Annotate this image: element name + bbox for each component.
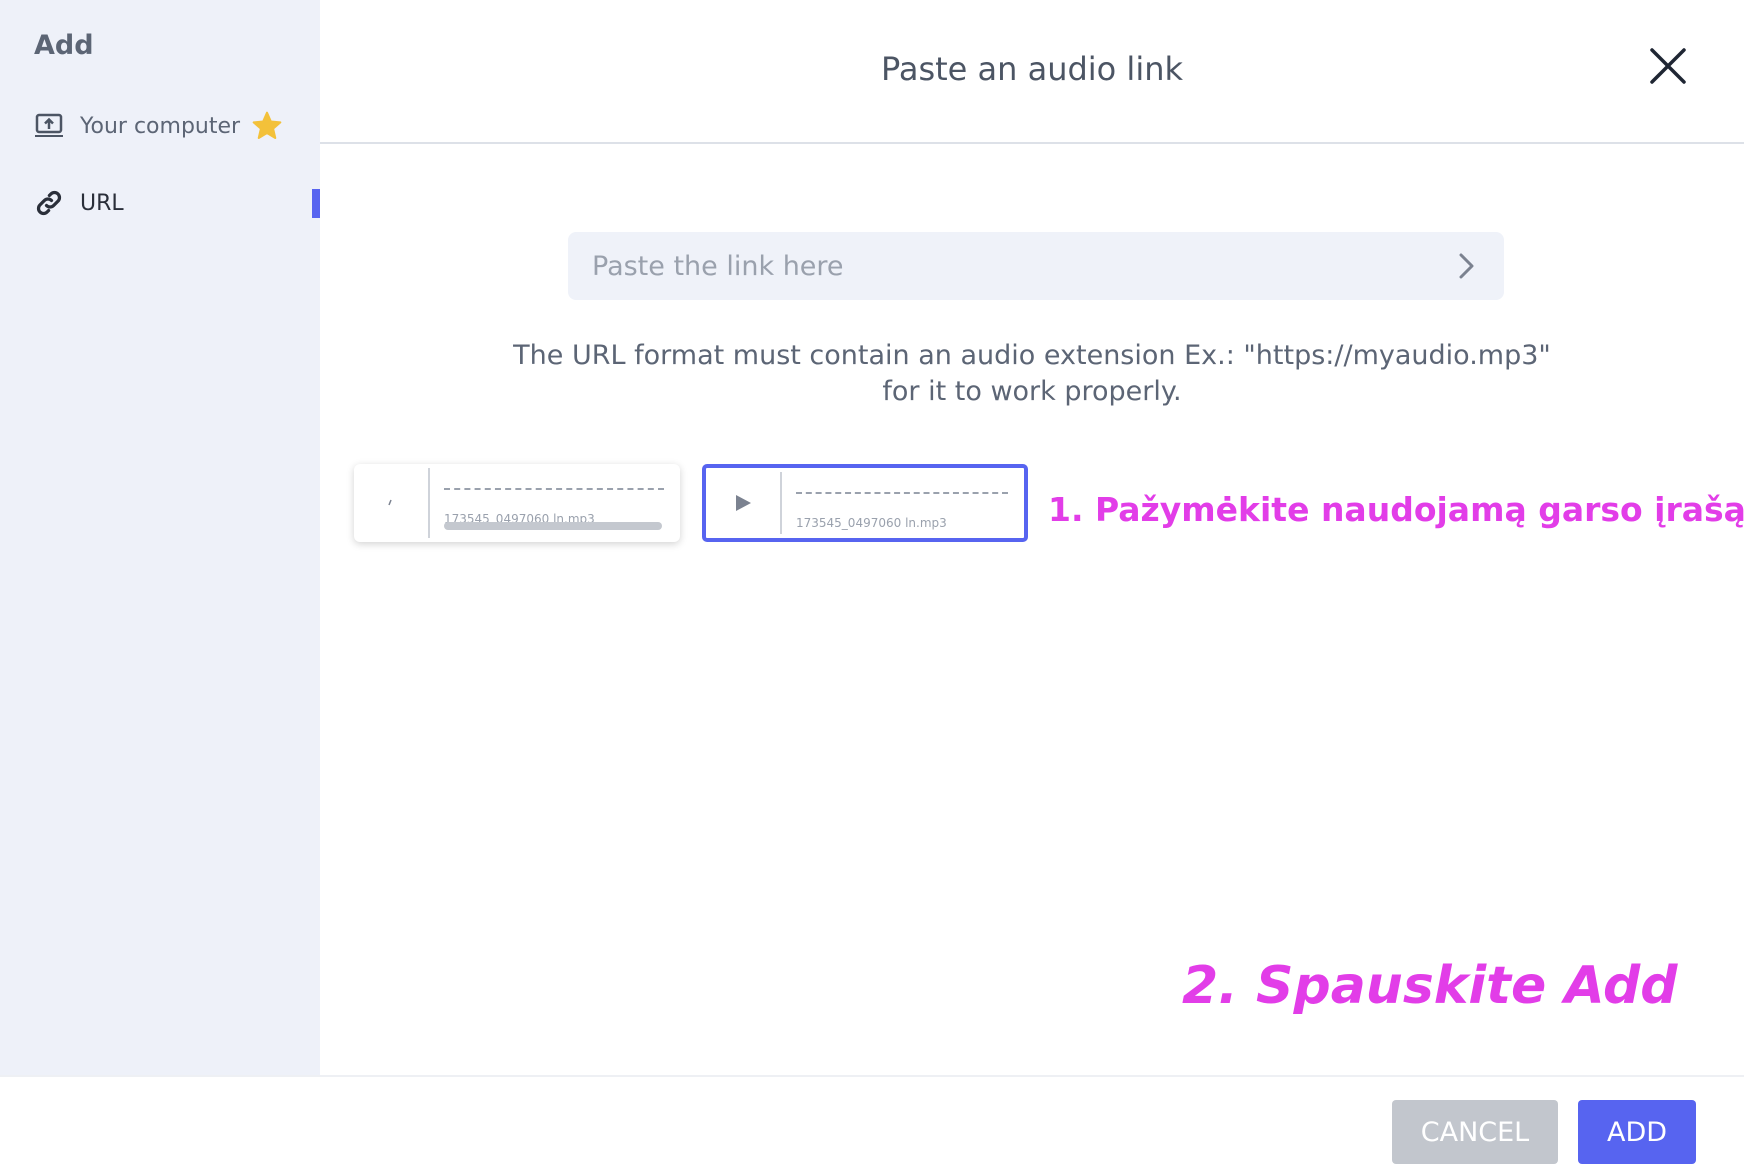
- active-tab-indicator: [312, 189, 320, 218]
- play-icon: [736, 495, 751, 511]
- cancel-button[interactable]: CANCEL: [1392, 1100, 1558, 1164]
- sidebar-item-label: Your computer: [80, 113, 241, 139]
- hint-line-2: for it to work properly.: [882, 376, 1182, 407]
- sidebar-item-label: URL: [80, 190, 124, 216]
- card-divider: [428, 468, 430, 538]
- play-button[interactable]: [706, 468, 780, 538]
- submit-url-button[interactable]: [1450, 249, 1484, 283]
- star-icon: [250, 109, 284, 143]
- sidebar-item-url[interactable]: URL: [32, 181, 124, 225]
- sidebar-title: Add: [34, 30, 94, 61]
- url-input-container: [568, 232, 1504, 300]
- add-button[interactable]: ADD: [1578, 1100, 1696, 1164]
- loading-progress-bar: [444, 522, 662, 530]
- close-icon: [1650, 48, 1686, 84]
- chevron-right-icon: [1459, 253, 1474, 279]
- waveform: [444, 488, 664, 494]
- close-button[interactable]: [1646, 44, 1690, 88]
- laptop-upload-icon: [32, 109, 66, 143]
- audio-filename: 173545_0497060 ln.mp3: [796, 516, 947, 530]
- card-divider: [780, 472, 782, 534]
- hint-line-1: The URL format must contain an audio ext…: [513, 340, 1551, 371]
- add-audio-dialog: Add Your computer URL Paste an audio lin…: [0, 0, 1744, 1174]
- loading-indicator: [354, 464, 428, 542]
- sidebar-item-your-computer[interactable]: Your computer: [32, 104, 284, 148]
- annotation-step-1: 1. Pažymėkite naudojamą garso įrašą: [1048, 490, 1744, 529]
- audio-card[interactable]: 173545_0497060 ln.mp3: [354, 464, 680, 542]
- sidebar: Add Your computer URL: [0, 0, 320, 1075]
- url-format-hint: The URL format must contain an audio ext…: [320, 338, 1744, 410]
- annotation-step-2: 2. Spauskite Add: [1182, 956, 1678, 1016]
- link-icon: [32, 186, 66, 220]
- page-title: Paste an audio link: [880, 50, 1184, 88]
- dialog-header: Paste an audio link: [320, 0, 1744, 144]
- url-input[interactable]: [568, 232, 1428, 300]
- waveform: [796, 492, 1008, 498]
- dialog-footer: CANCEL ADD: [0, 1075, 1744, 1174]
- audio-card-selected[interactable]: 173545_0497060 ln.mp3: [702, 464, 1028, 542]
